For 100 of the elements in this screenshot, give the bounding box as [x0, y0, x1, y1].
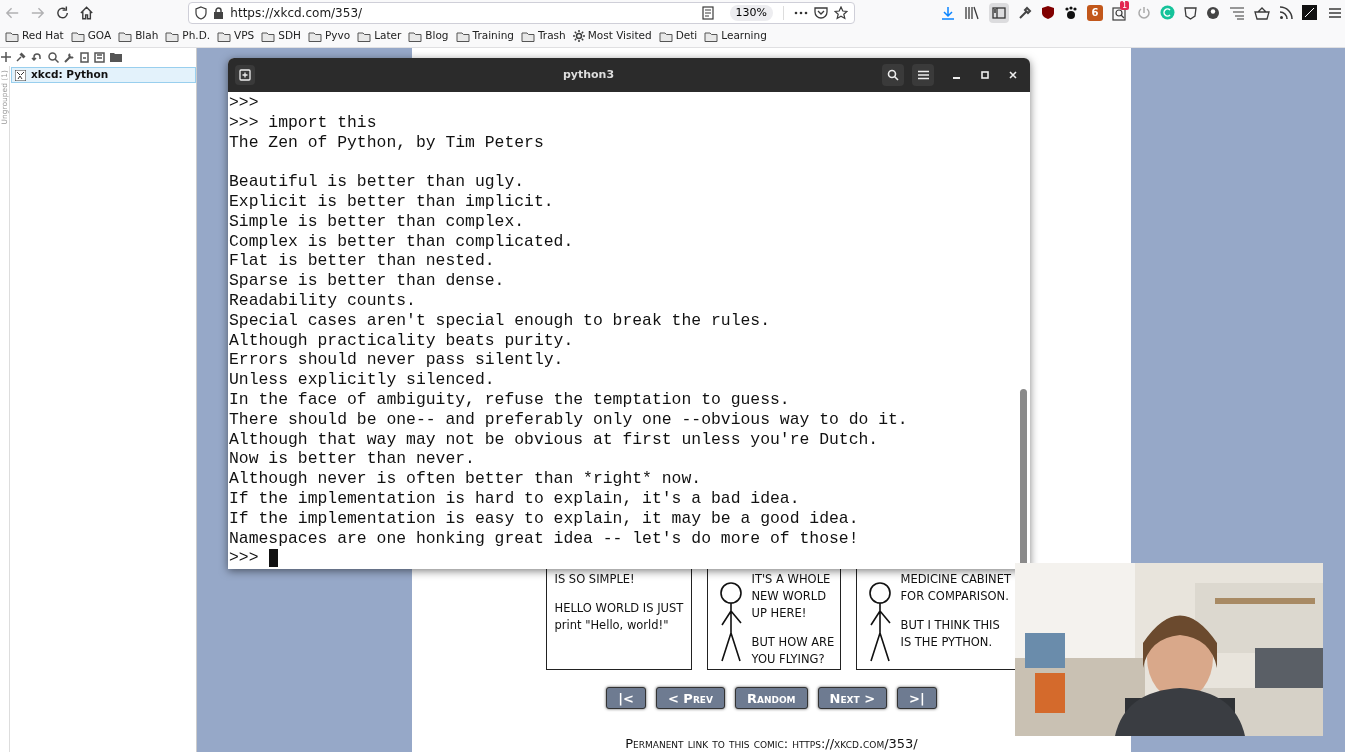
bookmark-item[interactable]: Trash — [521, 28, 566, 44]
menu-icon[interactable] — [1328, 6, 1342, 19]
menu-button[interactable] — [912, 64, 934, 86]
shield-outline-icon[interactable] — [1184, 5, 1197, 20]
folder-icon — [521, 29, 535, 43]
slash-square-icon[interactable] — [1302, 5, 1317, 20]
bookmark-item[interactable]: Most Visited — [572, 28, 652, 44]
terminal-line: Simple is better than complex. — [229, 211, 525, 232]
shield-icon — [195, 5, 208, 20]
nav-button[interactable]: >| — [897, 687, 937, 709]
bookmark-item[interactable]: Blah — [118, 28, 159, 44]
nav-button[interactable]: Random — [734, 687, 808, 709]
bookmark-item[interactable]: Later — [357, 28, 402, 44]
folder-icon — [307, 29, 322, 43]
bookmark-item[interactable]: SDH — [261, 28, 301, 44]
new-tab-button[interactable] — [235, 65, 255, 85]
url-text: https://xkcd.com/353/ — [230, 4, 363, 22]
favicon-icon — [15, 69, 26, 81]
bookmark-item[interactable]: Pyvo — [307, 28, 351, 44]
search-icon[interactable] — [48, 51, 59, 63]
terminal-window[interactable] — [228, 58, 1030, 569]
eyedropper-icon[interactable] — [1018, 5, 1032, 20]
bookmark-item[interactable]: Ph.D. — [165, 28, 211, 44]
pocket-icon[interactable] — [814, 6, 828, 19]
library-icon[interactable] — [964, 5, 980, 20]
comic-text: HELLO WORLD IS JUST — [554, 600, 684, 616]
more-icon[interactable] — [794, 9, 808, 16]
sidebar-toggle-button[interactable] — [989, 2, 1009, 23]
nav-button[interactable]: |< — [606, 687, 646, 709]
folder-icon — [408, 29, 423, 43]
folder-icon — [455, 29, 470, 43]
bookmark-item[interactable]: Learning — [704, 28, 767, 44]
terminal-line: Beautiful is better than ugly. — [229, 172, 525, 192]
bookmark-item[interactable]: Deti — [658, 28, 698, 44]
lines-icon[interactable] — [1229, 5, 1245, 20]
lock-icon — [213, 6, 225, 19]
home-icon[interactable] — [79, 4, 95, 21]
notification-badge: 1 — [1120, 0, 1130, 10]
terminal-line: >>> — [229, 548, 259, 569]
comic-text: YOU FLYING? — [751, 651, 826, 667]
terminal-line: Explicit is better than implicit. — [229, 192, 554, 212]
terminal-line: Namespaces are one honking great idea -- let's do more of those! — [229, 528, 859, 549]
undo-icon[interactable] — [31, 52, 43, 62]
bookmark-item[interactable]: VPS — [217, 28, 255, 44]
folder-icon — [357, 29, 372, 43]
star-icon[interactable] — [834, 5, 848, 20]
folder-icon — [217, 29, 232, 43]
folder-icon — [118, 29, 133, 43]
terminal-line: Flat is better than nested. — [229, 251, 495, 272]
basket-icon[interactable] — [1254, 5, 1270, 20]
scrollbar-thumb[interactable] — [1020, 389, 1027, 566]
zoom-level[interactable]: 130% — [729, 4, 773, 21]
terminal-line: Although never is often better than *right* now. — [229, 469, 702, 489]
nav-button[interactable]: < Prev — [655, 687, 725, 709]
bookmark-item[interactable]: Blog — [408, 28, 449, 44]
terminal-line: Although that way may not be obvious at first unless you're Dutch. — [229, 429, 879, 450]
add-icon[interactable] — [1, 52, 11, 62]
extension-icon[interactable]: 6 — [1087, 4, 1103, 21]
comic-text: FOR COMPARISON. — [900, 588, 1010, 604]
comic-text: print "Hello, world!" — [554, 617, 670, 633]
terminal-line: Complex is better than complicated. — [229, 231, 574, 252]
bookmark-item[interactable]: Red Hat — [5, 28, 64, 44]
download-icon[interactable] — [941, 5, 955, 20]
terminal-line: If the implementation is easy to explain, it may be a good idea. — [229, 508, 859, 529]
terminal-line: Errors should never pass silently. — [229, 350, 564, 371]
account-icon[interactable] — [1206, 5, 1220, 20]
bookmark-item[interactable]: Training — [455, 28, 514, 44]
sidebar-tab[interactable]: xkcd: Python — [11, 67, 196, 83]
wrench-icon[interactable] — [64, 51, 75, 63]
rss-icon[interactable] — [1279, 5, 1293, 20]
terminal-line: >>> — [229, 93, 259, 113]
folder-icon — [70, 29, 85, 43]
reload-icon[interactable] — [55, 4, 71, 21]
folder-icon[interactable] — [110, 52, 122, 62]
terminal-line: The Zen of Python, by Tim Peters — [229, 132, 544, 153]
comic-text: IT'S A WHOLE — [751, 571, 832, 587]
new-tab-icon — [239, 69, 251, 81]
terminal-line: Now is better than never. — [229, 449, 475, 470]
comic-text: BUT I THINK THIS — [900, 617, 1001, 633]
shield-icon[interactable] — [1041, 5, 1055, 20]
terminal-line: Readability counts. — [229, 290, 416, 311]
close-icon[interactable] — [1008, 70, 1018, 80]
terminal-line: In the face of ambiguity, refuse the temptation to guess. — [229, 389, 790, 410]
folder-icon — [261, 29, 276, 43]
bookmark-item[interactable]: GOA — [70, 28, 112, 44]
permalink-text: Permanent link to this comic: https://xkcd.com/353/ — [625, 737, 918, 751]
terminal-line: If the implementation is hard to explain, it's a bad idea. — [229, 488, 800, 509]
folder-icon — [5, 29, 19, 43]
document-icon[interactable] — [80, 51, 89, 63]
window-title: python3 — [561, 66, 616, 83]
maximize-icon[interactable] — [980, 70, 990, 80]
gear-icon — [572, 30, 585, 42]
nav-button[interactable]: Next > — [817, 687, 888, 709]
comic-text: IS THE PYTHON. — [900, 634, 994, 650]
footprint-icon[interactable] — [1064, 5, 1078, 20]
save-icon[interactable] — [94, 51, 105, 63]
search-button[interactable] — [882, 64, 904, 86]
address-bar[interactable]: https://xkcd.com/353/ 130% — [188, 1, 855, 24]
reader-view-icon[interactable] — [701, 5, 714, 20]
comic-text: UP HERE! — [751, 605, 808, 621]
